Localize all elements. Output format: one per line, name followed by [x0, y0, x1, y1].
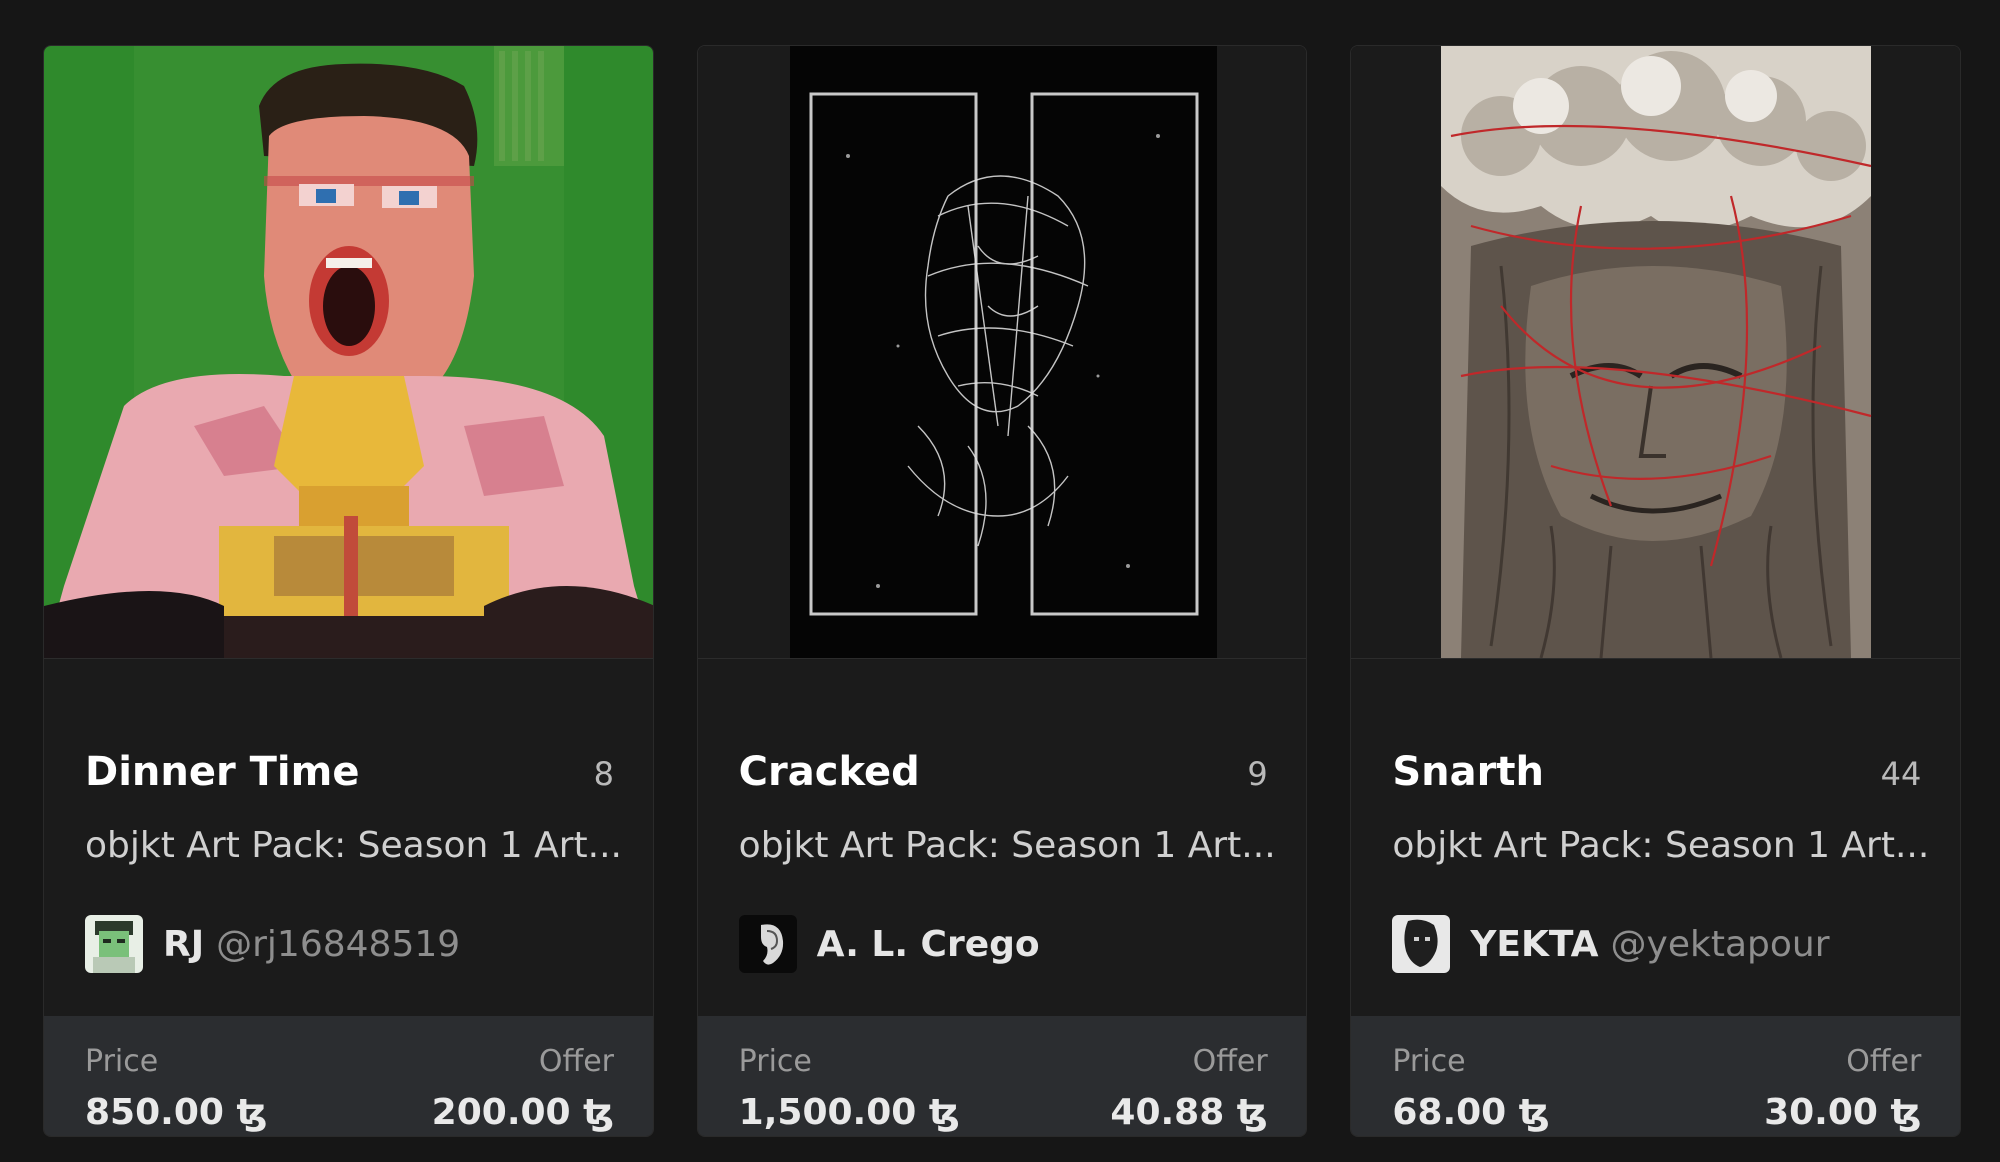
collection-name[interactable]: objkt Art Pack: Season 1 Art...: [1392, 825, 1932, 866]
edition-count: 9: [1247, 755, 1268, 793]
card-info: Snarth 44 objkt Art Pack: Season 1 Art..…: [1351, 658, 1961, 1016]
price-bar: Price Offer 1,500.00 ꜩ 40.88 ꜩ: [697, 1016, 1307, 1136]
offer-value[interactable]: 30.00 ꜩ: [1764, 1092, 1921, 1133]
artwork-image[interactable]: [1351, 46, 1961, 658]
nft-card-dinner-time[interactable]: Dinner Time 8 objkt Art Pack: Season 1 A…: [43, 45, 654, 1137]
artist-name[interactable]: YEKTA: [1470, 924, 1598, 965]
edition-count: 8: [593, 755, 614, 793]
offer-value[interactable]: 200.00 ꜩ: [432, 1092, 614, 1133]
price-value[interactable]: 850.00 ꜩ: [85, 1092, 267, 1133]
edition-count: 44: [1880, 755, 1922, 793]
pixel-portrait-avatar-icon: [85, 915, 143, 973]
price-label: Price: [738, 1044, 812, 1079]
artist-handle[interactable]: @yektapour: [1611, 924, 1830, 965]
artwork-title[interactable]: Cracked: [739, 749, 920, 795]
nft-card-snarth[interactable]: Snarth 44 objkt Art Pack: Season 1 Art..…: [1350, 45, 1962, 1137]
artwork-title[interactable]: Dinner Time: [85, 749, 359, 795]
nft-card-cracked[interactable]: Cracked 9 objkt Art Pack: Season 1 Art..…: [696, 45, 1308, 1137]
avatar[interactable]: [1392, 915, 1451, 973]
price-value[interactable]: 1,500.00 ꜩ: [739, 1092, 960, 1133]
avatar[interactable]: [738, 915, 797, 973]
artwork-image[interactable]: [697, 46, 1307, 658]
ear-avatar-icon: [738, 915, 797, 973]
face-avatar-icon: [1392, 915, 1451, 973]
clouds-and-face-drawing: [1351, 46, 1961, 658]
artist-row[interactable]: YEKTA @yektapour: [1392, 915, 1830, 973]
price-bar: Price Offer 850.00 ꜩ 200.00 ꜩ: [44, 1016, 653, 1136]
avatar[interactable]: [85, 915, 143, 973]
white-line-face-on-black: [697, 46, 1307, 658]
artist-row[interactable]: A. L. Crego: [738, 915, 1052, 973]
offer-value[interactable]: 40.88 ꜩ: [1110, 1092, 1267, 1133]
card-info: Dinner Time 8 objkt Art Pack: Season 1 A…: [44, 658, 653, 1016]
artwork-title[interactable]: Snarth: [1392, 749, 1544, 795]
price-value[interactable]: 68.00 ꜩ: [1392, 1092, 1549, 1133]
artwork-image[interactable]: [44, 46, 653, 658]
offer-label: Offer: [538, 1044, 614, 1079]
nft-card-grid: Dinner Time 8 objkt Art Pack: Season 1 A…: [43, 45, 1962, 1137]
collection-name[interactable]: objkt Art Pack: Season 1 Art...: [85, 825, 625, 866]
offer-label: Offer: [1846, 1044, 1922, 1079]
price-label: Price: [85, 1044, 159, 1079]
artist-name[interactable]: RJ: [163, 924, 204, 965]
price-label: Price: [1392, 1044, 1466, 1079]
artist-name[interactable]: A. L. Crego: [817, 924, 1040, 965]
artist-handle[interactable]: @rj16848519: [216, 924, 460, 965]
offer-label: Offer: [1192, 1044, 1268, 1079]
screaming-man-pixel-art: [44, 46, 653, 658]
price-bar: Price Offer 68.00 ꜩ 30.00 ꜩ: [1351, 1016, 1961, 1136]
card-info: Cracked 9 objkt Art Pack: Season 1 Art..…: [697, 658, 1307, 1016]
collection-name[interactable]: objkt Art Pack: Season 1 Art...: [739, 825, 1279, 866]
artist-row[interactable]: RJ @rj16848519: [85, 915, 460, 973]
